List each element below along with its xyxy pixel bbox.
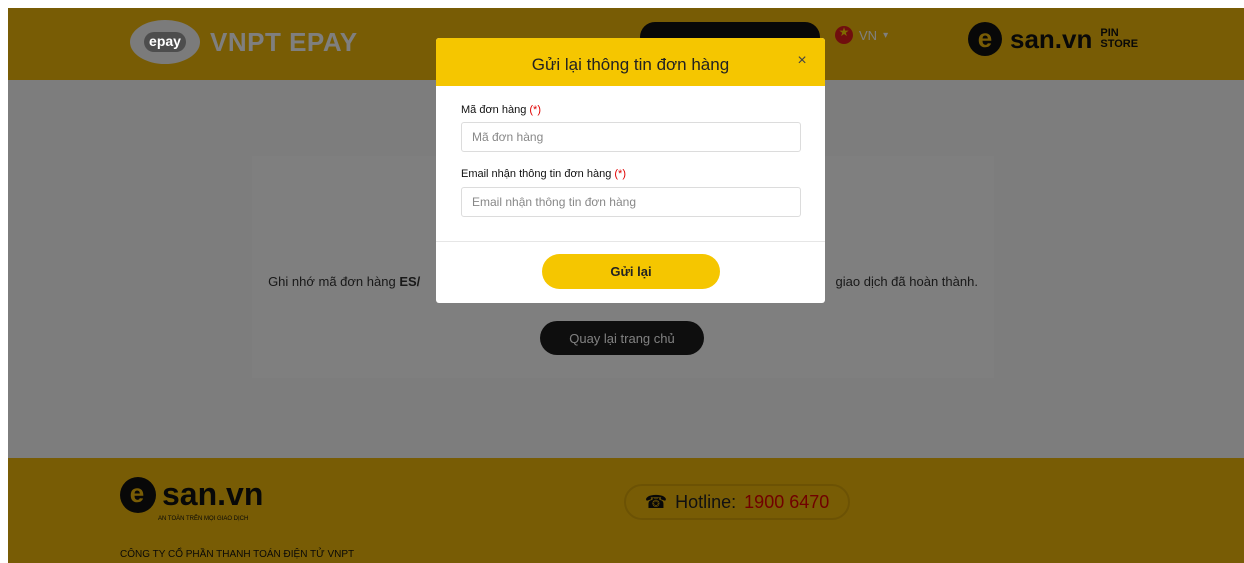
- email-input[interactable]: [461, 187, 801, 217]
- resend-order-modal: Gửi lại thông tin đơn hàng × Mã đơn hàng…: [436, 38, 825, 303]
- email-label: Email nhận thông tin đơn hàng (*): [461, 168, 626, 180]
- order-code-label: Mã đơn hàng (*): [461, 104, 541, 116]
- modal-title: Gửi lại thông tin đơn hàng: [531, 55, 730, 74]
- modal-header: Gửi lại thông tin đơn hàng ×: [436, 38, 825, 86]
- modal-divider: [436, 241, 825, 242]
- required-mark: (*): [614, 168, 626, 180]
- resend-button[interactable]: Gửi lại: [542, 254, 720, 289]
- required-mark: (*): [529, 104, 541, 116]
- epay-logo-text: epay: [149, 33, 181, 49]
- page: epay VNPT EPAY VN ▾ san.vn PINSTORE Ghi …: [8, 8, 1244, 563]
- order-code-input[interactable]: [461, 122, 801, 152]
- close-icon[interactable]: ×: [791, 50, 813, 72]
